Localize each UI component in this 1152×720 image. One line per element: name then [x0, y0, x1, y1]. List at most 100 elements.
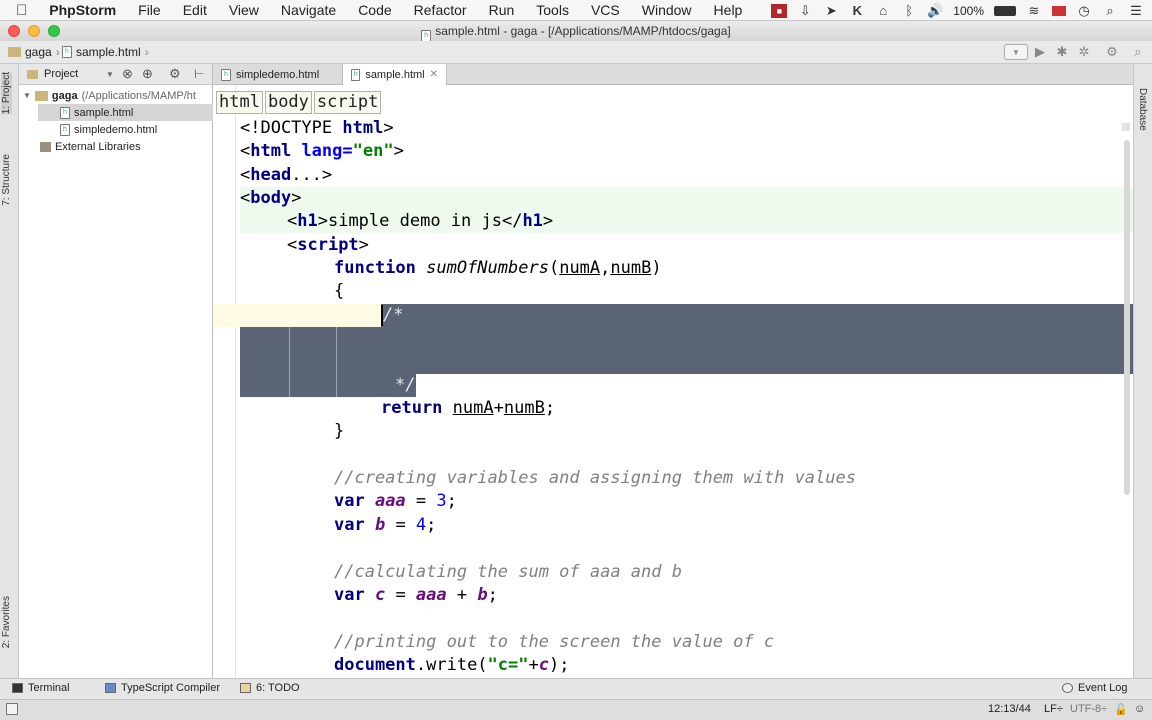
- search-icon[interactable]: ⌕: [1130, 44, 1146, 60]
- code-line-18: //printing out to the screen the value o…: [334, 632, 775, 652]
- editor-scrollbar[interactable]: [1124, 140, 1130, 495]
- tree-item-external-libraries[interactable]: External Libraries: [40, 138, 141, 155]
- tool-window-bar: Terminal TypeScript Compiler 6: TODO Eve…: [0, 678, 1152, 699]
- tree-item-sample[interactable]: h sample.html: [38, 104, 213, 121]
- tab-favorites-tool[interactable]: 2: Favorites: [1, 596, 12, 648]
- wifi-icon[interactable]: ≋: [1026, 3, 1042, 18]
- folder-icon: [34, 90, 48, 101]
- run-icon[interactable]: ▶: [1032, 44, 1048, 60]
- download-icon[interactable]: ⇩: [797, 3, 813, 18]
- settings-icon[interactable]: ⚙: [1104, 44, 1120, 60]
- event-log-button[interactable]: Event Log: [1062, 682, 1128, 694]
- home-icon[interactable]: ⌂: [875, 3, 891, 18]
- library-icon: [40, 141, 51, 152]
- nav-crumb-project[interactable]: gaga ›: [8, 45, 60, 59]
- line-separator[interactable]: LF÷: [1044, 703, 1063, 715]
- tab-structure-tool[interactable]: 7: Structure: [1, 154, 12, 206]
- breadcrumb-html[interactable]: html: [216, 91, 263, 114]
- tab-database-tool[interactable]: Database: [1137, 88, 1148, 131]
- lock-icon[interactable]: 🔓: [1114, 703, 1128, 716]
- bluetooth-icon[interactable]: ᛒ: [901, 3, 917, 18]
- run-config-dropdown[interactable]: ▼: [1004, 44, 1028, 60]
- tab-simpledemo[interactable]: h simpledemo.html: [213, 64, 343, 85]
- selection-highlight: [240, 327, 381, 397]
- apple-icon[interactable]: : [0, 0, 38, 21]
- terminal-label: Terminal: [28, 682, 70, 694]
- file-encoding[interactable]: UTF-8÷: [1070, 703, 1107, 715]
- tree-root-gaga[interactable]: ▼ gaga (/Applications/MAMP/ht: [23, 87, 196, 104]
- code-line-3: <head...>: [240, 165, 333, 185]
- menu-tools[interactable]: Tools: [525, 0, 580, 21]
- todo-tool-button[interactable]: 6: TODO: [240, 682, 300, 694]
- menu-edit[interactable]: Edit: [172, 0, 218, 21]
- zoom-window-button[interactable]: [48, 25, 60, 37]
- chevron-down-icon[interactable]: ▼: [23, 91, 31, 100]
- breadcrumb-script[interactable]: script: [313, 91, 382, 114]
- battery-icon[interactable]: [994, 5, 1016, 16]
- tab-label: simpledemo.html: [236, 68, 320, 81]
- tab-sample[interactable]: h sample.html ✕: [343, 64, 447, 85]
- tree-item-simpledemo[interactable]: h simpledemo.html: [60, 121, 157, 138]
- folder-icon: [27, 69, 38, 79]
- close-tab-icon[interactable]: ✕: [430, 69, 438, 80]
- collapse-all-icon[interactable]: ⊕: [142, 66, 153, 82]
- menu-navigate[interactable]: Navigate: [270, 0, 347, 21]
- typescript-compiler-button[interactable]: TypeScript Compiler: [105, 682, 220, 694]
- menu-run[interactable]: Run: [478, 0, 526, 21]
- close-window-button[interactable]: [8, 25, 20, 37]
- tab-label: sample.html: [365, 68, 425, 81]
- breadcrumb-body[interactable]: body: [264, 91, 312, 114]
- code-line-16: //calculating the sum of aaa and b: [334, 562, 682, 582]
- scroll-from-source-icon[interactable]: ⊗: [122, 66, 133, 82]
- menu-code[interactable]: Code: [347, 0, 402, 21]
- caret-position[interactable]: 12:13/44: [988, 703, 1031, 715]
- status-bar: 12:13/44 LF÷ UTF-8÷ 🔓 ☺: [0, 699, 1152, 720]
- window-title: sample.html - gaga - [/Applications/MAMP…: [435, 24, 731, 38]
- hide-panel-icon[interactable]: ⊢: [194, 67, 204, 81]
- menu-window[interactable]: Window: [631, 0, 703, 21]
- terminal-tool-button[interactable]: Terminal: [12, 682, 70, 694]
- menu-vcs[interactable]: VCS: [580, 0, 631, 21]
- indent-guide: [289, 327, 290, 397]
- folder-icon: [8, 47, 21, 57]
- debug-icon[interactable]: ✱: [1054, 44, 1070, 60]
- clock-icon[interactable]: ◷: [1076, 3, 1092, 18]
- editor-breadcrumbs: html body script: [216, 91, 382, 114]
- code-line-17: var c = aaa + b;: [334, 585, 498, 605]
- record-icon[interactable]: ■: [771, 3, 788, 18]
- code-line-6: <script>: [287, 235, 369, 255]
- minimize-window-button[interactable]: [28, 25, 40, 37]
- chevron-down-icon[interactable]: ▼: [106, 70, 114, 79]
- menu-help[interactable]: Help: [703, 0, 754, 21]
- editor-gutter[interactable]: [213, 85, 236, 678]
- menu-view[interactable]: View: [218, 0, 270, 21]
- code-editor[interactable]: html body script <!DOCTYPE html> <html l…: [213, 85, 1133, 678]
- code-line-7: function sumOfNumbers(numA,numB): [334, 258, 662, 278]
- tree-root-label: gaga: [51, 89, 78, 102]
- flag-icon[interactable]: [1052, 5, 1066, 16]
- app-menu[interactable]: PhpStorm: [38, 0, 127, 21]
- nav-file-label: sample.html: [76, 45, 141, 59]
- tree-item-label: External Libraries: [55, 140, 141, 153]
- notification-icon[interactable]: ☰: [1128, 3, 1144, 18]
- event-log-label: Event Log: [1078, 682, 1128, 694]
- menu-refactor[interactable]: Refactor: [403, 0, 478, 21]
- tab-project-tool[interactable]: 1: Project: [1, 72, 12, 115]
- spotlight-icon[interactable]: ⌕: [1102, 3, 1118, 18]
- gear-icon[interactable]: ⚙: [169, 66, 181, 82]
- project-view-selector[interactable]: Project: [44, 68, 78, 80]
- k-app-icon[interactable]: K: [849, 3, 865, 18]
- code-line-15: var b = 4;: [334, 515, 437, 535]
- volume-icon[interactable]: 🔊: [927, 3, 943, 18]
- project-panel-header: Project ▼ ⊗ ⊕ ⚙ ⊢: [19, 64, 212, 85]
- menu-file[interactable]: File: [127, 0, 172, 21]
- inspection-indicator[interactable]: [1122, 123, 1130, 131]
- terminal-icon: [12, 683, 23, 693]
- nav-crumb-file[interactable]: h sample.html ›: [62, 45, 149, 59]
- coverage-icon[interactable]: ✲: [1076, 44, 1092, 60]
- location-icon[interactable]: ➤: [823, 3, 839, 18]
- tool-windows-icon[interactable]: [6, 703, 18, 715]
- inspector-icon[interactable]: ☺: [1134, 703, 1145, 715]
- window-title-bar: h sample.html - gaga - [/Applications/MAM…: [0, 21, 1152, 42]
- right-tool-strip: Database: [1133, 64, 1152, 678]
